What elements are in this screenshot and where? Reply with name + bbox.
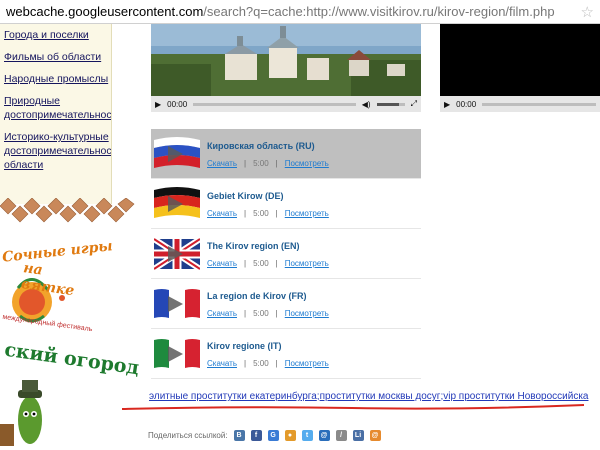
decorative-zigzag-border [0, 198, 135, 223]
video-time: 00:00 [167, 99, 188, 109]
liveinternet-icon[interactable]: @ [369, 430, 381, 441]
film-duration: 5:00 [253, 208, 269, 218]
separator: | [244, 158, 247, 168]
video-progress-slider[interactable] [482, 102, 596, 106]
watch-link[interactable]: Посмотреть [285, 209, 329, 218]
video-thumbnail [151, 24, 421, 96]
volume-slider[interactable] [376, 102, 405, 106]
sidebar-item-nature[interactable]: Природные достопримечательности [0, 90, 111, 126]
watch-link[interactable]: Посмотреть [285, 259, 329, 268]
play-icon[interactable]: ▶ [444, 100, 450, 109]
sidebar-item-towns[interactable]: Города и поселки [0, 24, 111, 46]
separator: | [275, 258, 278, 268]
watch-link[interactable]: Посмотреть [285, 309, 329, 318]
download-link[interactable]: Скачать [207, 259, 237, 268]
film-row[interactable]: Кировская область (RU) Скачать | 5:00 | Посм… [151, 129, 421, 179]
film-title: The Kirov region (EN) [207, 240, 300, 251]
livejournal-icon[interactable]: Li [352, 430, 364, 441]
film-list: Кировская область (RU) Скачать | 5:00 | Посм… [151, 129, 421, 379]
google-icon[interactable]: G [267, 430, 279, 441]
sidebar-item-label[interactable]: Фильмы об области [4, 51, 101, 63]
video-player-2[interactable]: ▶ 00:00 [440, 24, 600, 112]
spam-link-1[interactable]: элитные проститутки екатеринбурга [149, 391, 317, 402]
germany-flag-icon[interactable] [154, 186, 200, 222]
fullscreen-icon[interactable]: ⤢ [411, 99, 417, 109]
film-title: Gebiet Kirow (DE) [207, 190, 284, 201]
video-progress-slider[interactable] [193, 102, 356, 106]
download-link[interactable]: Скачать [207, 159, 237, 168]
separator: | [275, 208, 278, 218]
sidebar-item-label[interactable]: Природные достопримечательности [4, 95, 111, 121]
film-title: Kirov regione (IT) [207, 340, 282, 351]
festival-logo[interactable]: Сочные игры на вятке международный фести… [0, 238, 113, 340]
mail-icon[interactable]: @ [318, 430, 330, 441]
play-icon [168, 145, 183, 162]
separator: | [244, 358, 247, 368]
france-flag-icon[interactable] [154, 286, 200, 322]
sidebar-item-label[interactable]: Народные промыслы [4, 73, 108, 85]
sidebar-item-label[interactable]: Историко-культурные достопримечательност… [4, 131, 111, 171]
separator: | [244, 208, 247, 218]
share-bar: Поделиться ссылкой: B f G ● t @ / Li @ [148, 430, 381, 441]
film-duration: 5:00 [253, 258, 269, 268]
film-duration: 5:00 [253, 358, 269, 368]
spam-link-2[interactable]: проститутки москвы досуг [320, 391, 441, 402]
video-time: 00:00 [456, 99, 477, 109]
sidebar-nav: Города и поселки Фильмы об области Народ… [0, 24, 112, 204]
film-row[interactable]: Gebiet Kirow (DE) Скачать | 5:00 | Посмотрет… [151, 179, 421, 229]
sidebar-item-films[interactable]: Фильмы об области [0, 46, 111, 68]
separator: | [244, 258, 247, 268]
video-controls-2: ▶ 00:00 [440, 96, 600, 112]
video-player[interactable]: ▶ 00:00 ◀) ⤢ [151, 24, 421, 112]
twitter-icon[interactable]: t [301, 430, 313, 441]
play-icon [168, 245, 183, 262]
download-link[interactable]: Скачать [207, 309, 237, 318]
spam-link-3[interactable]: vip проститутки Новороссийска [443, 391, 588, 402]
uk-flag-icon[interactable] [154, 235, 200, 272]
play-icon [168, 295, 183, 312]
play-icon [168, 195, 183, 212]
address-bar[interactable]: webcache.googleusercontent.com /search?q… [0, 0, 600, 24]
address-domain: webcache.googleusercontent.com [6, 4, 204, 19]
separator: | [275, 308, 278, 318]
film-title: Кировская область (RU) [207, 140, 315, 151]
separator: | [275, 358, 278, 368]
address-path: /search?q=cache:http://www.visitkirov.ru… [203, 4, 555, 19]
red-underline-annotation [122, 404, 584, 410]
sidebar-item-crafts[interactable]: Народные промыслы [0, 68, 111, 90]
film-duration: 5:00 [253, 158, 269, 168]
film-title: La region de Kirov (FR) [207, 290, 307, 301]
download-link[interactable]: Скачать [207, 209, 237, 218]
chat-icon[interactable]: ● [284, 430, 296, 441]
pen-icon[interactable]: / [335, 430, 347, 441]
italy-flag-icon[interactable] [154, 336, 200, 372]
film-row[interactable]: Kirov regione (IT) Скачать | 5:00 | Посмотре… [151, 329, 421, 379]
watch-link[interactable]: Посмотреть [285, 359, 329, 368]
cucumber-mascot-icon [0, 380, 42, 446]
separator: | [275, 158, 278, 168]
video-controls: ▶ 00:00 ◀) ⤢ [151, 96, 421, 112]
sidebar-item-label[interactable]: Города и поселки [4, 29, 89, 41]
ogorod-logo[interactable]: ский огород [0, 339, 141, 450]
russia-flag-icon[interactable] [154, 136, 200, 172]
facebook-icon[interactable]: f [250, 430, 262, 441]
film-row[interactable]: La region de Kirov (FR) Скачать | 5:00 | Пос… [151, 279, 421, 329]
star-icon[interactable]: ☆ [581, 3, 594, 21]
sidebar-item-history[interactable]: Историко-культурные достопримечательност… [0, 126, 111, 176]
spam-links: элитные проститутки екатеринбурга;прости… [149, 391, 589, 402]
film-duration: 5:00 [253, 308, 269, 318]
vkontakte-icon[interactable]: B [233, 430, 245, 441]
volume-icon[interactable]: ◀) [362, 100, 371, 109]
play-icon [168, 345, 183, 362]
share-label: Поделиться ссылкой: [148, 431, 228, 440]
film-row[interactable]: The Kirov region (EN) Скачать | 5:00 | Посмо… [151, 229, 421, 279]
watch-link[interactable]: Посмотреть [285, 159, 329, 168]
separator: | [244, 308, 247, 318]
download-link[interactable]: Скачать [207, 359, 237, 368]
page: webcache.googleusercontent.com /search?q… [0, 0, 600, 450]
play-icon[interactable]: ▶ [155, 100, 161, 109]
